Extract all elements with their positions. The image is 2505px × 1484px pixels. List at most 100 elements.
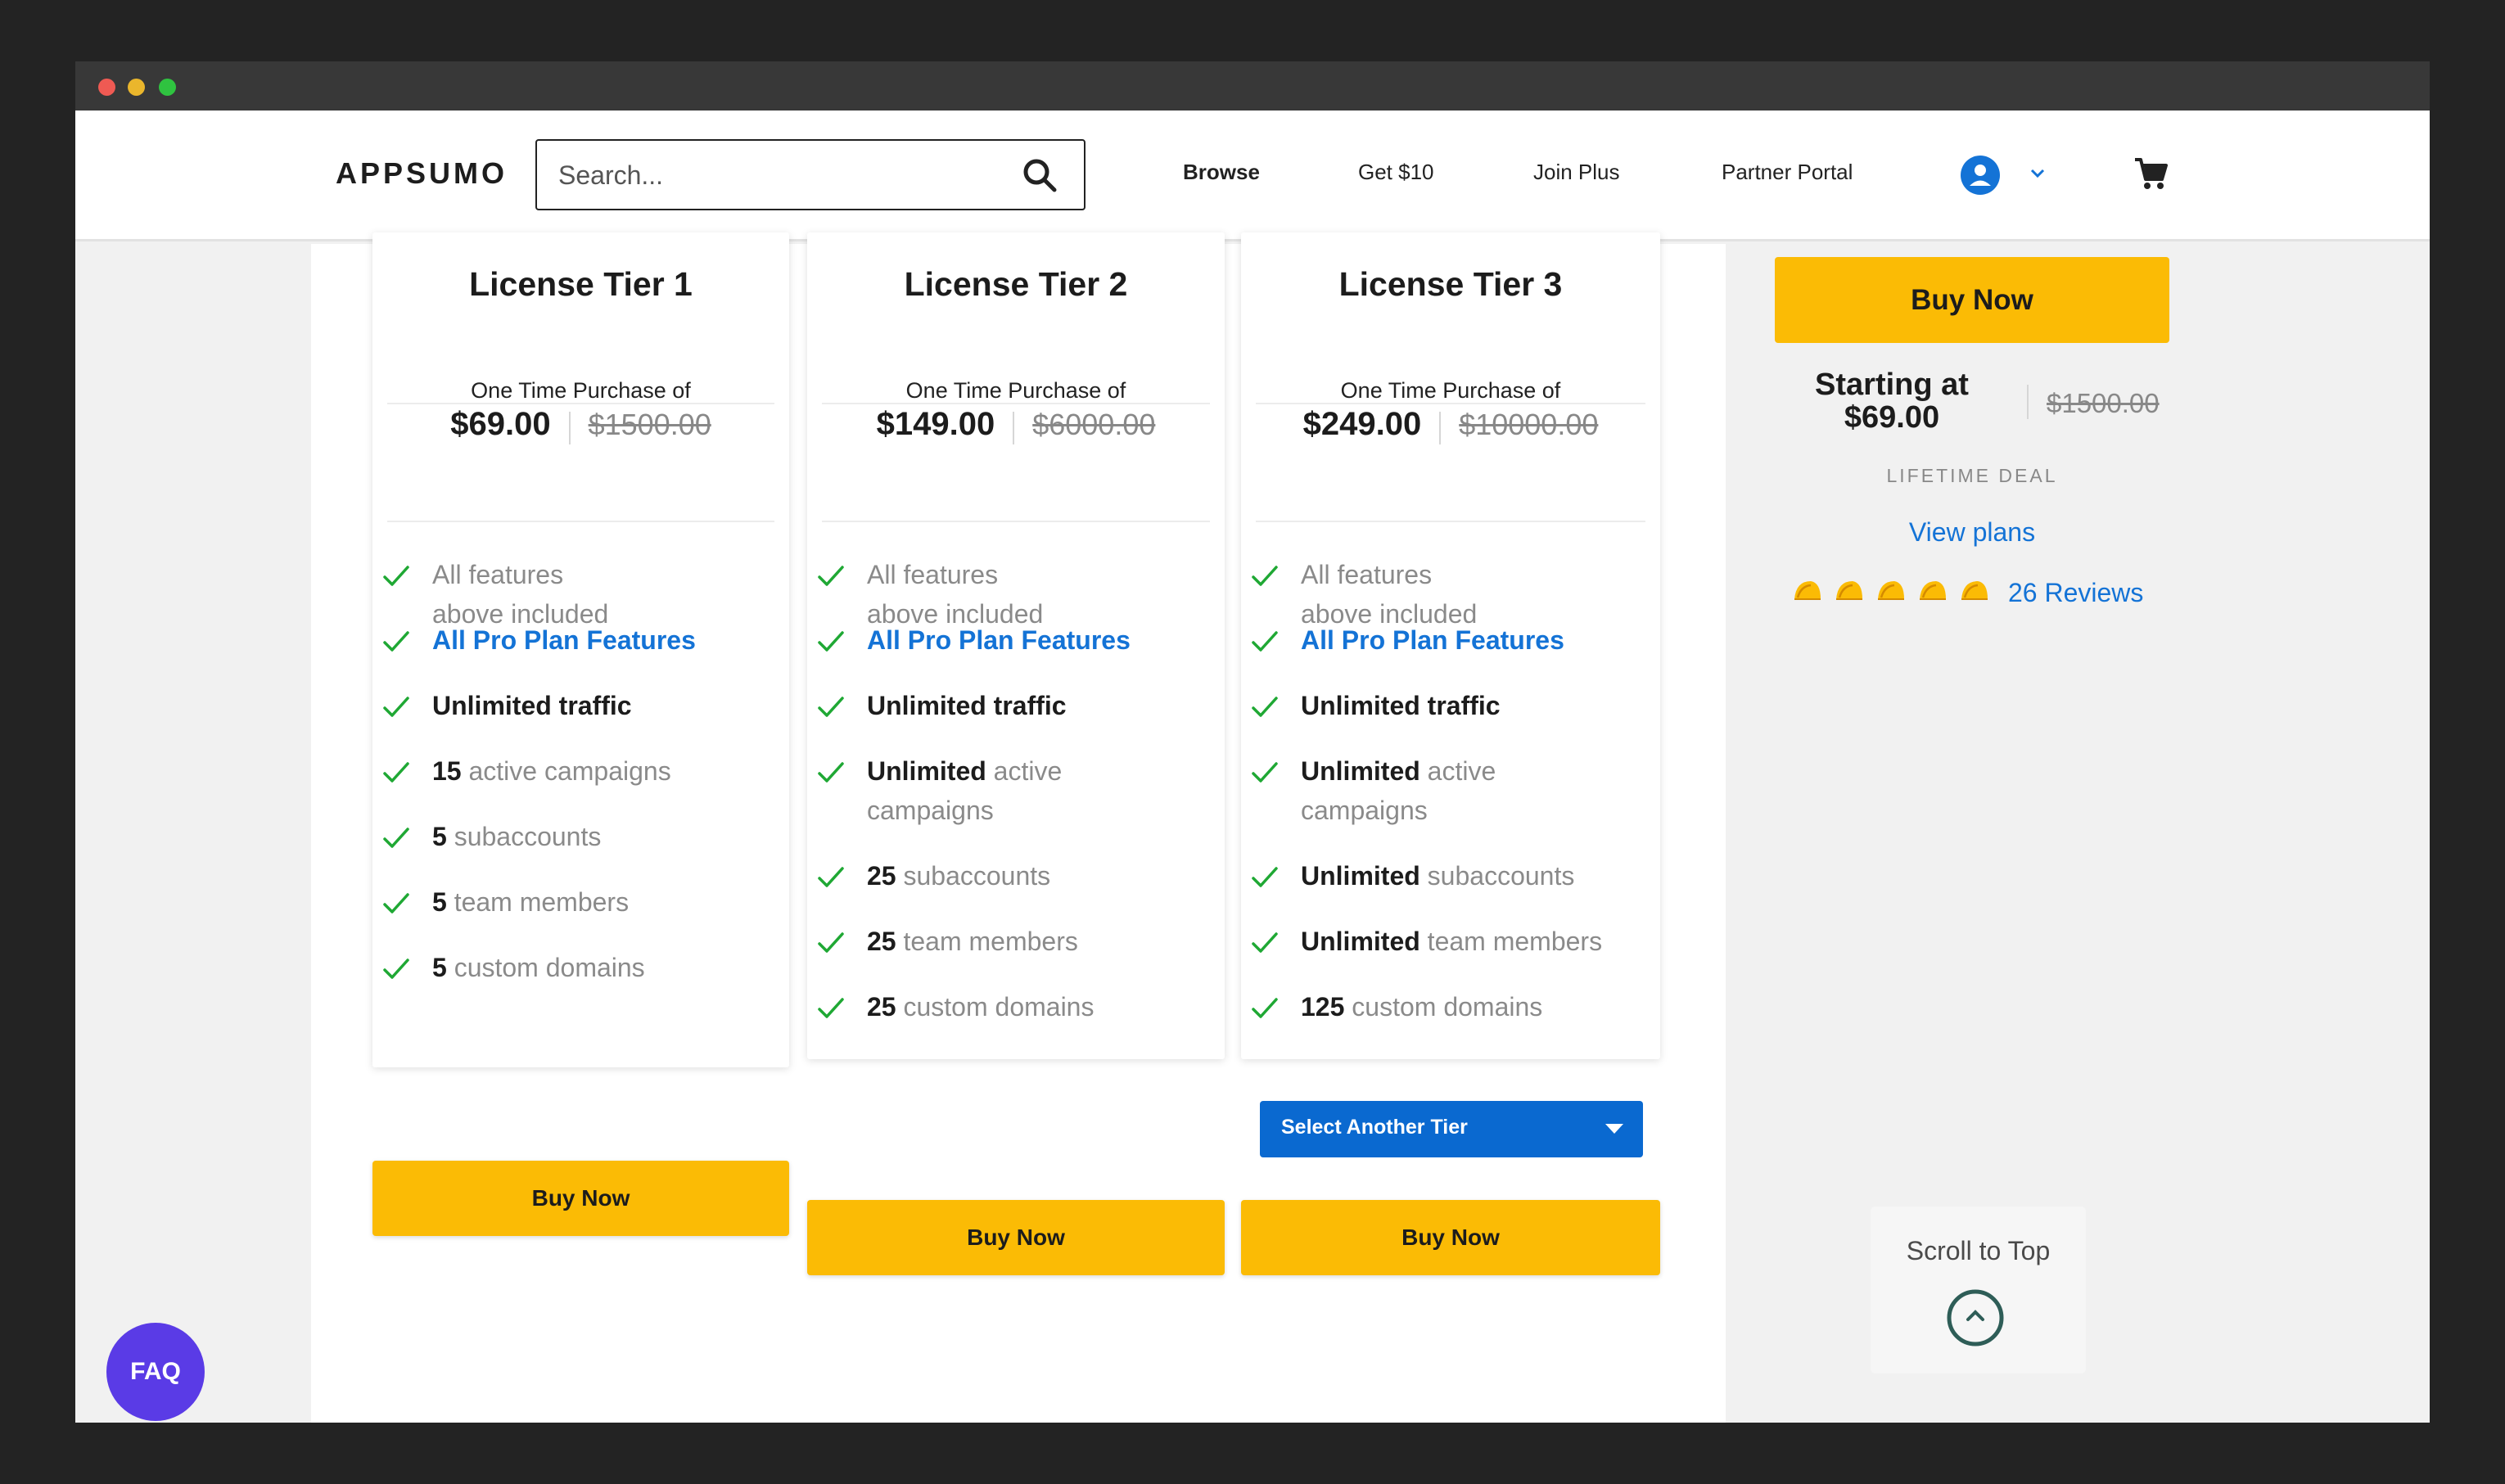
feature-text: custom domains [446, 953, 645, 982]
check-icon [1251, 861, 1279, 887]
taco-rating-icon [1836, 581, 1862, 600]
feature-text: All features above included [432, 560, 609, 629]
feature-item: 5 custom domains [382, 948, 645, 987]
tier-buy-now-button[interactable]: Buy Now [372, 1161, 789, 1236]
feature-item: 5 subaccounts [382, 817, 601, 856]
feature-highlight: 5 [432, 822, 447, 851]
check-icon [382, 756, 410, 783]
tier-price: $149.00 [876, 406, 995, 442]
sidebar-original-price: $1500.00 [2047, 388, 2160, 418]
search-input[interactable] [558, 157, 1000, 193]
purchase-label: One Time Purchase of [905, 378, 1126, 403]
feature-item: 25 subaccounts [817, 856, 1050, 895]
appsumo-logo[interactable]: APPSUMO [336, 156, 508, 191]
chevron-up-circle-icon [1947, 1289, 2004, 1346]
feature-item: Unlimited traffic [1251, 686, 1501, 725]
feature-text: All features above included [1301, 560, 1478, 629]
feature-item: All Pro Plan Features [382, 620, 696, 660]
check-icon [382, 887, 410, 913]
feature-highlight: 15 [432, 756, 462, 786]
feature-highlight: 125 [1301, 992, 1345, 1022]
cart-icon[interactable] [2132, 155, 2169, 192]
feature-text: subaccounts [1420, 861, 1575, 891]
feature-item: All Pro Plan Features [817, 620, 1131, 660]
search-box [535, 139, 1086, 210]
feature-text: Unlimited traffic [867, 691, 1067, 720]
view-plans-link[interactable]: View plans [1775, 517, 2169, 548]
tier-original-price: $1500.00 [588, 408, 711, 441]
nav-join-plus[interactable]: Join Plus [1533, 160, 1620, 185]
site-header: APPSUMO Browse Get $10 Join Plus Partner… [75, 111, 2430, 241]
maximize-window-button[interactable] [159, 79, 176, 96]
feature-text: team members [446, 887, 630, 917]
tier-buy-now-button[interactable]: Buy Now [807, 1200, 1225, 1275]
check-icon [1251, 756, 1279, 783]
taco-rating-icon [1794, 581, 1821, 600]
check-icon [1251, 691, 1279, 717]
tier-card: License Tier 2 One Time Purchase of $149.0… [807, 232, 1225, 1059]
select-another-tier-dropdown[interactable]: Select Another Tier [1260, 1101, 1643, 1157]
check-icon [817, 992, 845, 1018]
price-divider [2027, 385, 2029, 419]
feature-text: All features above included [867, 560, 1044, 629]
starting-price-value: $69.00 [1844, 400, 1940, 435]
check-icon [817, 756, 845, 783]
check-icon [817, 625, 845, 652]
select-tier-label: Select Another Tier [1281, 1116, 1468, 1139]
minimize-window-button[interactable] [128, 79, 145, 96]
taco-rating-icon [1878, 581, 1904, 600]
scroll-to-top-label: Scroll to Top [1906, 1236, 2051, 1265]
feature-highlight: Unlimited [1301, 927, 1420, 956]
divider [1256, 521, 1645, 522]
feature-text: custom domains [1344, 992, 1543, 1022]
check-icon [817, 560, 845, 586]
feature-text: active campaigns [461, 756, 671, 786]
feature-text: subaccounts [446, 822, 602, 851]
check-icon [382, 625, 410, 652]
sidebar-buy-now-button[interactable]: Buy Now [1775, 257, 2169, 343]
faq-button[interactable]: FAQ [106, 1323, 205, 1421]
tier-buy-now-button[interactable]: Buy Now [1241, 1200, 1660, 1275]
feature-highlight: 25 [867, 861, 896, 891]
feature-text: custom domains [896, 992, 1095, 1022]
tier-title: License Tier 2 [904, 265, 1128, 303]
check-icon [817, 691, 845, 717]
feature-item: 125 custom domains [1251, 987, 1542, 1026]
check-icon [1251, 560, 1279, 586]
feature-item: Unlimited team members [1251, 922, 1602, 961]
nav-get-10[interactable]: Get $10 [1358, 160, 1434, 185]
reviews-link[interactable]: 26 Reviews [2008, 578, 2143, 608]
search-icon[interactable] [1020, 156, 1059, 195]
check-icon [1251, 927, 1279, 953]
check-icon [817, 861, 845, 887]
feature-item: Unlimited traffic [382, 686, 632, 725]
price-row: $149.00 $6000.00 [807, 406, 1225, 448]
feature-highlight: Unlimited [1301, 756, 1420, 786]
feature-item: All Pro Plan Features [1251, 620, 1564, 660]
check-icon [382, 560, 410, 586]
user-avatar-icon[interactable] [1961, 156, 2000, 195]
feature-highlight: 25 [867, 992, 896, 1022]
taco-rating-icon [1920, 581, 1946, 600]
window-titlebar [75, 61, 2430, 111]
caret-down-icon [1605, 1124, 1623, 1134]
feature-item: 5 team members [382, 882, 629, 922]
price-separator [568, 411, 571, 444]
feature-item: Unlimited traffic [817, 686, 1067, 725]
feature-item: 15 active campaigns [382, 751, 671, 791]
scroll-to-top-button[interactable]: Scroll to Top [1871, 1207, 2086, 1373]
lifetime-deal-label: LIFETIME DEAL [1886, 465, 2058, 486]
feature-text: All Pro Plan Features [432, 625, 696, 655]
check-icon [382, 953, 410, 979]
price-separator [1439, 411, 1442, 444]
tier-original-price: $10000.00 [1459, 408, 1599, 441]
tier-card: License Tier 3 One Time Purchase of $249.0… [1241, 232, 1660, 1059]
chevron-down-icon[interactable] [2029, 165, 2047, 183]
nav-browse[interactable]: Browse [1183, 160, 1260, 185]
starting-price: Starting at $69.00 [1775, 368, 2009, 434]
feature-item: 25 team members [817, 922, 1078, 961]
close-window-button[interactable] [98, 79, 115, 96]
purchase-label: One Time Purchase of [471, 378, 691, 403]
check-icon [817, 927, 845, 953]
nav-partner-portal[interactable]: Partner Portal [1722, 160, 1853, 185]
